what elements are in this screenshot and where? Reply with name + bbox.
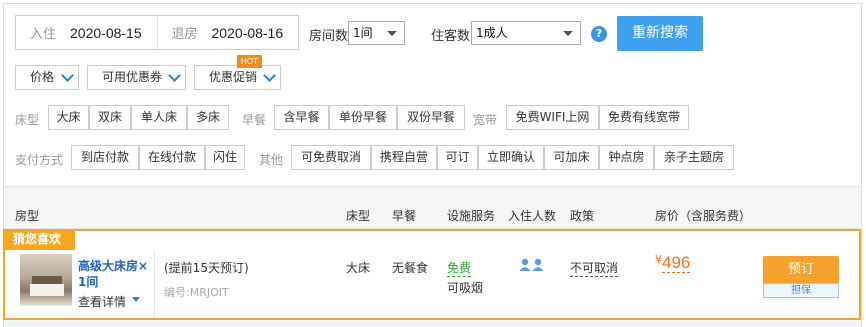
guests-label: 住客数 — [431, 29, 471, 44]
rooms-value: 1间 — [353, 26, 373, 40]
payment-filter-label: 支付方式 — [15, 153, 64, 167]
checkout-field[interactable]: 退房 2020-08-16 — [156, 16, 299, 49]
close-icon[interactable]: × — [138, 259, 148, 273]
header-room-type: 房型 — [15, 209, 40, 223]
checkout-label: 退房 — [171, 27, 198, 42]
research-button[interactable]: 重新搜索 — [617, 16, 703, 51]
price-filter-label: 价格 — [30, 70, 55, 84]
coupon-filter-dropdown[interactable]: 可用优惠券 — [87, 65, 186, 90]
bed-filter-label: 床型 — [15, 113, 40, 127]
promo-filter-dropdown[interactable]: 优惠促销 — [194, 65, 281, 90]
other-filter-label: 其他 — [259, 153, 284, 167]
guarantee-badge: 担保 — [763, 283, 839, 298]
room-code: 编号:MRJOIT — [164, 286, 229, 299]
header-bed: 床型 — [346, 209, 371, 223]
header-policy: 政策 — [570, 209, 595, 223]
promo-filter-label: 优惠促销 — [209, 70, 258, 84]
room-count: 1间 — [78, 275, 99, 289]
rooms-label: 房间数 — [309, 29, 349, 44]
date-range-box: 入住 2020-08-15 退房 2020-08-16 — [15, 15, 299, 50]
guests-select[interactable]: 1成人 — [471, 21, 581, 45]
other-option-bookable[interactable]: 可订 — [437, 145, 478, 170]
chevron-down-icon — [563, 31, 573, 36]
room-thumbnail[interactable] — [20, 254, 72, 306]
breakfast-option-single[interactable]: 单份早餐 — [329, 105, 397, 130]
checkin-field[interactable]: 入住 2020-08-15 — [16, 16, 157, 49]
broadband-option-wired[interactable]: 免费有线宽带 — [599, 105, 689, 130]
help-icon[interactable]: ? — [591, 26, 607, 42]
breakfast-option-included[interactable]: 含早餐 — [274, 105, 329, 130]
room-bed: 大床 — [346, 261, 371, 275]
breakfast-option-double[interactable]: 双份早餐 — [397, 105, 465, 130]
price-value[interactable]: 496 — [662, 253, 691, 273]
other-option-extra-bed[interactable]: 可加床 — [544, 145, 599, 170]
advance-booking-note: (提前15天预订) — [164, 261, 249, 275]
chevron-down-icon — [387, 31, 397, 36]
other-option-instant-confirm[interactable]: 立即确认 — [478, 145, 544, 170]
payment-option-hotel[interactable]: 到店付款 — [71, 145, 139, 170]
bed-option-single[interactable]: 单人床 — [131, 105, 187, 130]
coupon-filter-label: 可用优惠券 — [102, 70, 163, 84]
room-breakfast: 无餐食 — [392, 261, 429, 275]
book-button[interactable]: 预订 — [763, 256, 839, 283]
divider — [154, 250, 155, 318]
chevron-down-icon — [168, 69, 181, 82]
chevron-down-icon — [263, 69, 276, 82]
bed-option-multi[interactable]: 多床 — [187, 105, 229, 130]
price-filter-dropdown[interactable]: 价格 — [15, 65, 79, 90]
bed-option-twin[interactable]: 双床 — [89, 105, 131, 130]
two-persons-icon — [519, 258, 544, 271]
guess-you-like-badge: 猜您喜欢 — [3, 229, 75, 250]
other-option-ctrip-own[interactable]: 携程自营 — [371, 145, 437, 170]
cancel-policy[interactable]: 不可取消 — [570, 259, 619, 277]
hot-badge: HOT — [237, 55, 262, 68]
header-price: 房价（含服务费） — [655, 209, 752, 223]
room-price: ¥496 — [655, 253, 691, 273]
bed-option-king[interactable]: 大床 — [48, 105, 89, 130]
bed-shape — [30, 284, 64, 296]
checkout-date[interactable]: 2020-08-16 — [212, 25, 284, 41]
other-option-family[interactable]: 亲子主题房 — [654, 145, 734, 170]
header-facilities: 设施服务 — [447, 209, 496, 223]
payment-option-online[interactable]: 在线付款 — [139, 145, 205, 170]
chevron-down-icon[interactable] — [132, 297, 140, 302]
header-occupancy: 入住人数 — [508, 209, 557, 223]
rooms-select[interactable]: 1间 — [348, 21, 405, 45]
broadband-filter-label: 宽带 — [473, 113, 498, 127]
room-name[interactable]: 高级大床房× 1间 — [78, 258, 153, 290]
facility-smoking: 可吸烟 — [447, 281, 484, 295]
checkin-label: 入住 — [30, 27, 57, 42]
broadband-option-wifi[interactable]: 免费WIFI上网 — [506, 105, 599, 130]
chevron-down-icon — [61, 69, 74, 82]
payment-option-flash[interactable]: 闪住 — [205, 145, 245, 170]
room-name-text[interactable]: 高级大床房 — [78, 259, 138, 273]
header-breakfast: 早餐 — [392, 209, 417, 223]
next-row-strip — [4, 321, 861, 327]
guests-value: 1成人 — [476, 26, 508, 40]
other-option-free-cancel[interactable]: 可免费取消 — [291, 145, 371, 170]
other-option-hourly[interactable]: 钟点房 — [599, 145, 654, 170]
view-details-link[interactable]: 查看详情 — [78, 293, 126, 310]
breakfast-filter-label: 早餐 — [242, 113, 267, 127]
currency-symbol: ¥ — [655, 253, 662, 266]
facility-free[interactable]: 免费 — [447, 259, 472, 277]
checkin-date[interactable]: 2020-08-15 — [70, 25, 142, 41]
